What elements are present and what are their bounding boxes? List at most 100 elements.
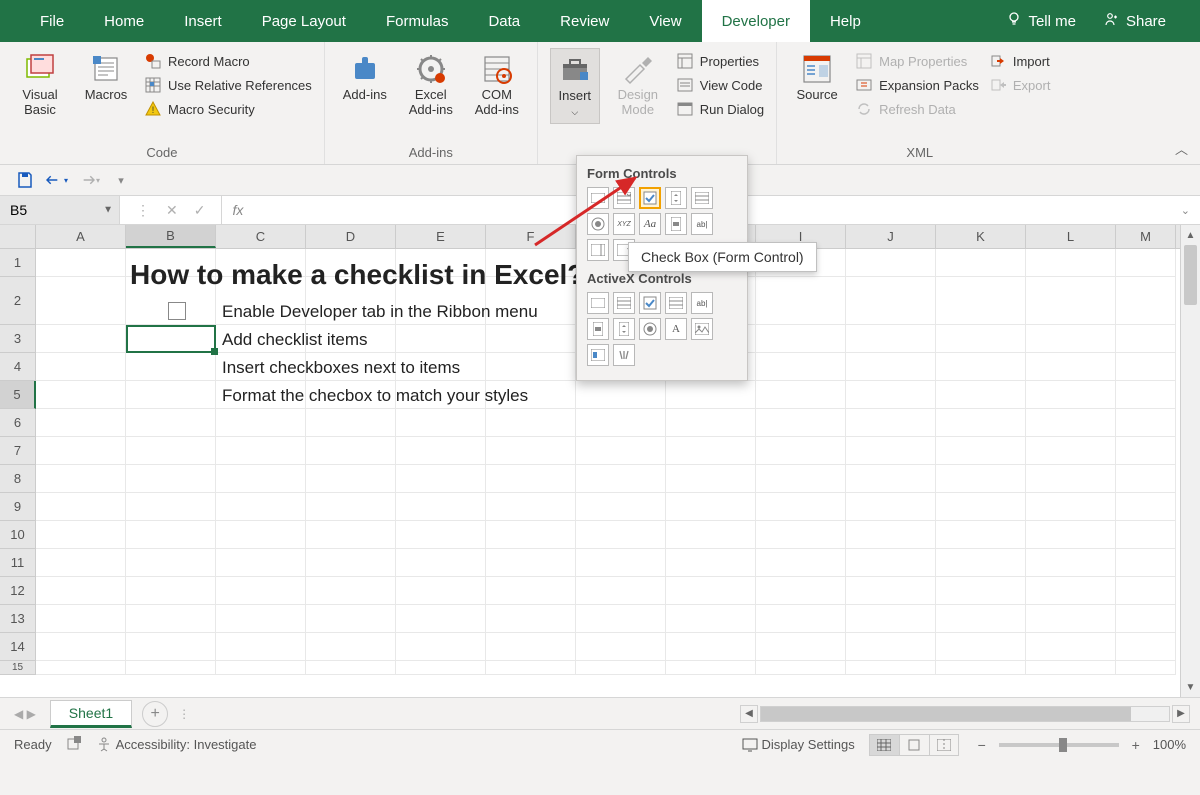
name-box[interactable]: B5 ▼: [0, 196, 120, 224]
record-macro-button[interactable]: Record Macro: [144, 52, 312, 70]
row-header-13[interactable]: 13: [0, 605, 36, 633]
form-checkbox-instance[interactable]: [168, 302, 186, 320]
row-header-8[interactable]: 8: [0, 465, 36, 493]
form-combobox-control[interactable]: [613, 187, 635, 209]
expansion-packs-button[interactable]: Expansion Packs: [855, 76, 979, 94]
hscroll-right[interactable]: ▶: [1172, 705, 1190, 723]
tab-view[interactable]: View: [629, 0, 701, 42]
tab-page-layout[interactable]: Page Layout: [242, 0, 366, 42]
insert-controls-button[interactable]: Insert⌵: [550, 48, 600, 124]
ax-label-control[interactable]: A: [665, 318, 687, 340]
tab-home[interactable]: Home: [84, 0, 164, 42]
view-page-break[interactable]: [929, 734, 959, 756]
zoom-level[interactable]: 100%: [1153, 737, 1186, 752]
form-scrollbar-control[interactable]: [665, 213, 687, 235]
source-button[interactable]: Source: [789, 48, 845, 107]
col-header-J[interactable]: J: [846, 225, 936, 248]
view-code-button[interactable]: View Code: [676, 76, 764, 94]
map-properties-button[interactable]: Map Properties: [855, 52, 979, 70]
col-header-E[interactable]: E: [396, 225, 486, 248]
col-header-C[interactable]: C: [216, 225, 306, 248]
row-header-2[interactable]: 2: [0, 277, 36, 325]
row-header-4[interactable]: 4: [0, 353, 36, 381]
form-label-control[interactable]: Aa: [639, 213, 661, 235]
ax-togglebutton-control[interactable]: [587, 344, 609, 366]
ax-optionbutton-control[interactable]: [639, 318, 661, 340]
com-addins-button[interactable]: COM Add-ins: [469, 48, 525, 122]
form-combo-list-control[interactable]: [587, 239, 609, 261]
form-checkbox-control[interactable]: [639, 187, 661, 209]
scroll-up-button[interactable]: ▲: [1181, 225, 1200, 245]
col-header-L[interactable]: L: [1026, 225, 1116, 248]
sheet-nav-buttons[interactable]: ◀ ▶: [0, 707, 50, 721]
select-all-corner[interactable]: [0, 225, 36, 248]
ax-morecontrols-control[interactable]: [613, 344, 635, 366]
form-optionbutton-control[interactable]: [587, 213, 609, 235]
hscroll-left[interactable]: ◀: [740, 705, 758, 723]
ax-combobox-control[interactable]: [613, 292, 635, 314]
save-button[interactable]: [14, 169, 36, 191]
tab-review[interactable]: Review: [540, 0, 629, 42]
fx-label[interactable]: fx: [222, 196, 253, 224]
use-relative-refs-button[interactable]: Use Relative References: [144, 76, 312, 94]
row-header-6[interactable]: 6: [0, 409, 36, 437]
undo-button[interactable]: ▾: [46, 169, 68, 191]
col-header-D[interactable]: D: [306, 225, 396, 248]
tab-insert[interactable]: Insert: [164, 0, 242, 42]
horizontal-scrollbar[interactable]: ◀ ▶: [200, 705, 1200, 723]
qat-customize[interactable]: ▾: [110, 169, 132, 191]
col-header-A[interactable]: A: [36, 225, 126, 248]
tab-help[interactable]: Help: [810, 0, 881, 42]
ax-textbox-control[interactable]: ab|: [691, 292, 713, 314]
row-header-11[interactable]: 11: [0, 549, 36, 577]
scroll-down-button[interactable]: ▼: [1181, 677, 1200, 697]
row-header-10[interactable]: 10: [0, 521, 36, 549]
tab-data[interactable]: Data: [468, 0, 540, 42]
export-button[interactable]: Export: [989, 76, 1051, 94]
macro-security-button[interactable]: !Macro Security: [144, 100, 312, 118]
refresh-data-button[interactable]: Refresh Data: [855, 100, 979, 118]
form-textfield-control[interactable]: ab|: [691, 213, 713, 235]
col-header-M[interactable]: M: [1116, 225, 1176, 248]
ax-listbox-control[interactable]: [665, 292, 687, 314]
tab-developer[interactable]: Developer: [702, 0, 810, 42]
ax-button-control[interactable]: [587, 292, 609, 314]
tab-grip[interactable]: ⋮: [168, 707, 200, 721]
form-button-control[interactable]: [587, 187, 609, 209]
view-page-layout[interactable]: [899, 734, 929, 756]
macros-button[interactable]: Macros: [78, 48, 134, 107]
vertical-scrollbar[interactable]: ▲ ▼: [1180, 225, 1200, 697]
accessibility-status[interactable]: Accessibility: Investigate: [96, 737, 257, 753]
ax-spinbutton-control[interactable]: [613, 318, 635, 340]
collapse-ribbon-button[interactable]: ︿: [1175, 139, 1188, 158]
zoom-slider[interactable]: [999, 743, 1119, 747]
macro-record-status-icon[interactable]: [66, 735, 82, 754]
col-header-K[interactable]: K: [936, 225, 1026, 248]
row-header-7[interactable]: 7: [0, 437, 36, 465]
row-header-1[interactable]: 1: [0, 249, 36, 277]
cancel-formula-button[interactable]: ✕: [166, 202, 178, 219]
run-dialog-button[interactable]: Run Dialog: [676, 100, 764, 118]
hscroll-thumb[interactable]: [761, 707, 1131, 721]
expand-formula-bar[interactable]: ⌄: [1181, 204, 1190, 217]
form-groupbox-control[interactable]: XYZ: [613, 213, 635, 235]
share-button[interactable]: Share: [1090, 0, 1180, 42]
tab-file[interactable]: File: [20, 0, 84, 42]
tell-me[interactable]: Tell me: [992, 0, 1090, 42]
form-listbox-control[interactable]: [691, 187, 713, 209]
col-header-F[interactable]: F: [486, 225, 576, 248]
tab-formulas[interactable]: Formulas: [366, 0, 469, 42]
ax-scrollbar-control[interactable]: [587, 318, 609, 340]
redo-button[interactable]: ▾: [78, 169, 100, 191]
excel-addins-button[interactable]: Excel Add-ins: [403, 48, 459, 122]
view-normal[interactable]: [869, 734, 899, 756]
zoom-in[interactable]: +: [1127, 736, 1145, 754]
zoom-out[interactable]: −: [973, 736, 991, 754]
col-header-B[interactable]: B: [126, 225, 216, 248]
row-header-15[interactable]: 15: [0, 661, 36, 675]
form-spinner-control[interactable]: [665, 187, 687, 209]
import-button[interactable]: Import: [989, 52, 1051, 70]
add-sheet-button[interactable]: +: [142, 701, 168, 727]
row-header-5[interactable]: 5: [0, 381, 36, 409]
row-header-14[interactable]: 14: [0, 633, 36, 661]
